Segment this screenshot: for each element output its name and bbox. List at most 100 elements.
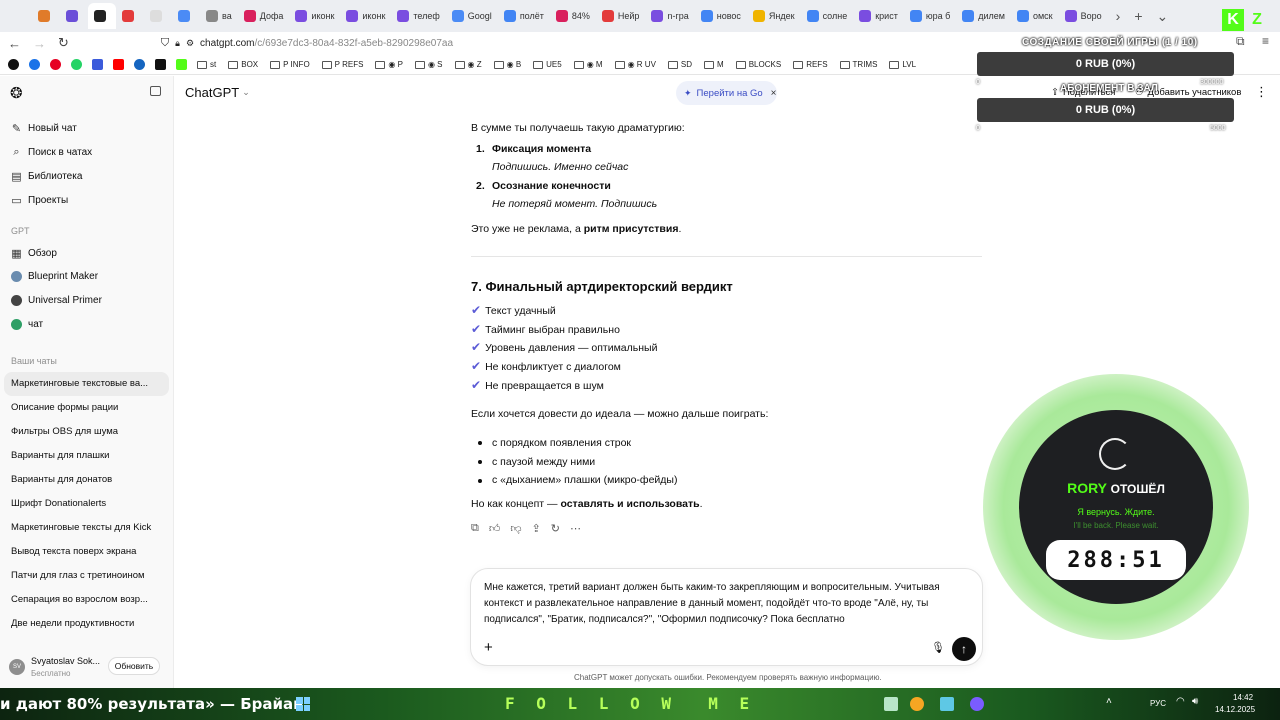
bookmark-folder[interactable]: TRIMS [839, 60, 877, 69]
user-name[interactable]: Svyatoslav Sok... [31, 656, 100, 666]
sidebar-chat-item[interactable]: Вывод текста поверх экрана [11, 546, 136, 557]
message-input[interactable]: Мне кажется, третий вариант должен быть … [484, 580, 974, 628]
bookmark-folder[interactable]: ◉ M [573, 60, 603, 69]
browser-tab[interactable] [144, 3, 172, 29]
browser-tab[interactable]: вa [200, 3, 238, 29]
bookmark-folder[interactable]: ◉ Z [454, 60, 482, 69]
browser-tab[interactable] [60, 3, 88, 29]
language-indicator[interactable]: РУС [1150, 699, 1166, 708]
bookmark-folder[interactable]: SD [667, 60, 692, 69]
sidebar-gpt-item[interactable]: ▦ Обзор [11, 247, 57, 260]
pinterest-icon[interactable] [50, 59, 61, 70]
bookmark-folder[interactable]: M [704, 60, 724, 69]
sidebar-chat-item[interactable]: Шрифт Donationalerts [11, 498, 106, 509]
browser-tab[interactable]: омск [1011, 3, 1059, 29]
model-selector[interactable]: ChatGPT ⌄ [185, 85, 250, 100]
bookmark-folder[interactable]: P INFO [270, 60, 310, 69]
sidebar-nav-item[interactable]: ✎ Новый чат [11, 122, 77, 135]
clock-date[interactable]: 14.12.2025 [1215, 705, 1255, 714]
tab-list-icon[interactable]: ⌄ [1157, 8, 1169, 25]
browser-tab[interactable]: 84% [550, 3, 596, 29]
browser-tab[interactable]: n-грa [645, 3, 694, 29]
browser-tab[interactable] [32, 3, 60, 29]
wifi-icon[interactable]: ◠ [1176, 696, 1185, 707]
browser-tab[interactable]: юра б [904, 3, 956, 29]
user-avatar[interactable]: SV [9, 659, 25, 675]
browser-tab[interactable]: иконк [289, 3, 340, 29]
app-icon[interactable] [970, 697, 984, 711]
sidebar-chat-item[interactable]: Фильтры OBS для шума [11, 426, 118, 437]
sidebar-nav-item[interactable]: ▭ Проекты [11, 194, 68, 207]
browser-tab[interactable] [116, 3, 144, 29]
github-icon[interactable] [8, 59, 19, 70]
browser-tab[interactable]: полёт [498, 3, 550, 29]
browser-tab[interactable]: солне [801, 3, 854, 29]
address-bar[interactable]: ⛉ 🔒︎ ⚙ chatgpt.com/c/693e7dc3-80a4-832f-… [161, 37, 453, 50]
thumbs-down-icon[interactable]: 👎︎ [510, 522, 521, 535]
browser-tab[interactable]: Воро [1059, 3, 1108, 29]
go-banner[interactable]: ✦ Перейти на Go × [676, 81, 777, 105]
sidebar-chat-item[interactable]: Варианты для донатов [11, 474, 112, 485]
browser-tab[interactable]: Дофа [238, 3, 290, 29]
app-icon[interactable] [940, 697, 954, 711]
sidebar-chat-item[interactable]: Сепарация во взрослом возр... [11, 594, 148, 605]
tab-scroll-right-icon[interactable]: › [1116, 8, 1121, 25]
youtube-icon[interactable] [113, 59, 124, 70]
microphone-icon[interactable]: 🎙︎ [931, 641, 945, 654]
browser-tab[interactable]: Яндек [747, 3, 801, 29]
bookmark-icon[interactable] [29, 59, 40, 70]
sidebar-chat-item[interactable]: Варианты для плашки [11, 450, 109, 461]
kick-green-icon[interactable] [176, 59, 187, 70]
back-icon[interactable]: ← [8, 36, 21, 51]
browser-tab[interactable]: Googl [446, 3, 498, 29]
browser-tab[interactable]: новос [695, 3, 747, 29]
clock-time[interactable]: 14:42 [1233, 693, 1253, 702]
sidebar-chat-item[interactable]: Маркетинговые текстовые ва... [11, 378, 148, 389]
app-icon[interactable] [884, 697, 898, 711]
reload-icon[interactable]: ↻ [58, 35, 69, 51]
sidebar-nav-item[interactable]: ▤ Библиотека [11, 170, 82, 183]
sidebar-gpt-item[interactable]: Universal Primer [11, 295, 102, 306]
whatsapp-icon[interactable] [71, 59, 82, 70]
sidebar-chat-item[interactable]: Описание формы рации [11, 402, 118, 413]
check-bookmark-icon[interactable] [134, 59, 145, 70]
bookmark-icon[interactable] [92, 59, 103, 70]
menu-icon[interactable]: ≡ [1262, 34, 1269, 48]
bookmark-folder[interactable]: LVL [889, 60, 916, 69]
regenerate-icon[interactable]: ↻ [551, 522, 560, 535]
bookmark-folder[interactable]: BLOCKS [735, 60, 781, 69]
send-button[interactable]: ↑ [952, 637, 976, 661]
extensions-icon[interactable]: ⧉ [1236, 34, 1245, 49]
bookmark-folder[interactable]: UE5 [533, 60, 562, 69]
start-icon[interactable] [296, 697, 310, 711]
browser-tab[interactable] [172, 3, 200, 29]
sidebar-toggle-icon[interactable] [150, 86, 161, 96]
close-icon[interactable]: × [771, 88, 777, 99]
bookmark-folder[interactable]: ◉ B [493, 60, 521, 69]
bookmark-folder[interactable]: REFS [793, 60, 828, 69]
browser-tab[interactable] [88, 3, 116, 29]
sidebar-chat-item[interactable]: Маркетинговые тексты для Kick [11, 522, 151, 533]
share-icon[interactable]: ⇪ [532, 522, 541, 535]
thumbs-up-icon[interactable]: 👍︎ [489, 522, 501, 535]
bookmark-folder[interactable]: BOX [228, 60, 258, 69]
upgrade-button[interactable]: Обновить [108, 657, 160, 675]
forward-icon[interactable]: → [33, 36, 46, 51]
bookmark-folder[interactable]: ◉ P [375, 60, 403, 69]
bookmark-folder[interactable]: st [197, 60, 216, 69]
browser-tab[interactable]: крист [853, 3, 904, 29]
kick-icon[interactable] [155, 59, 166, 70]
bookmark-folder[interactable]: ◉ S [414, 60, 443, 69]
openai-logo-icon[interactable]: ❂ [10, 84, 23, 102]
more-icon[interactable]: ⋯ [570, 522, 581, 535]
plus-icon[interactable]: + [484, 639, 493, 656]
sidebar-nav-item[interactable]: ⌕ Поиск в чатах [11, 146, 92, 159]
sidebar-chat-item[interactable]: Патчи для глаз с третиноином [11, 570, 145, 581]
sidebar-chat-item[interactable]: Две недели продуктивности [11, 618, 134, 629]
copy-icon[interactable]: ⧉ [471, 522, 479, 535]
new-tab-icon[interactable]: + [1134, 8, 1142, 25]
sidebar-gpt-item[interactable]: Blueprint Maker [11, 271, 98, 282]
sidebar-gpt-item[interactable]: чат [11, 319, 43, 330]
app-icon[interactable] [910, 697, 924, 711]
bookmark-folder[interactable]: P REFS [321, 60, 363, 69]
